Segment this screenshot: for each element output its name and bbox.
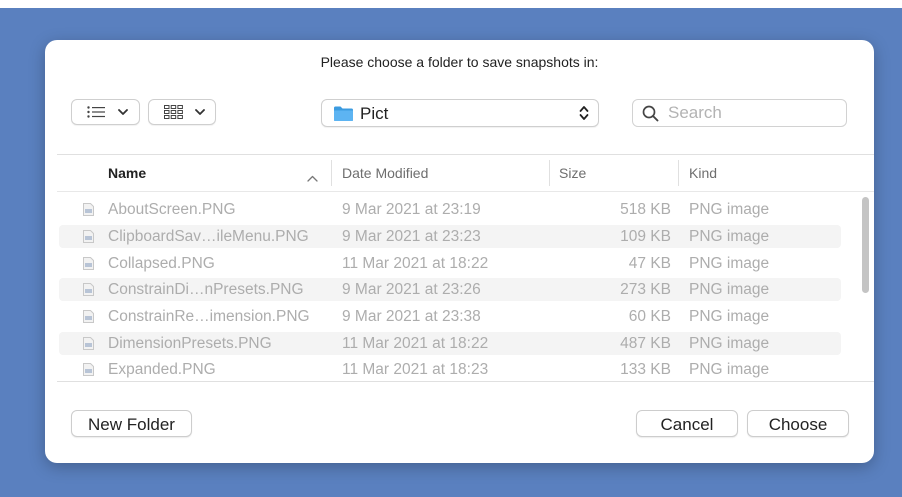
file-name: ConstrainDi…nPresets.PNG [108, 281, 304, 298]
file-size: 518 KB [620, 201, 671, 218]
file-size: 487 KB [620, 335, 671, 352]
file-date-modified: 11 Mar 2021 at 18:23 [342, 361, 489, 378]
file-row[interactable]: AboutScreen.PNG 9 Mar 2021 at 23:19 518 … [59, 198, 841, 221]
new-folder-button[interactable]: New Folder [71, 410, 192, 437]
scrollbar-thumb[interactable] [862, 197, 869, 293]
file-date-modified: 9 Mar 2021 at 23:23 [342, 228, 481, 245]
file-size: 47 KB [628, 255, 671, 272]
file-browser: Name Date Modified Size Kind AboutScreen… [57, 154, 874, 382]
desktop-top-strip [0, 0, 902, 8]
file-kind: PNG image [689, 335, 770, 352]
file-size: 133 KB [620, 361, 671, 378]
png-file-icon [83, 203, 94, 221]
file-row[interactable]: Expanded.PNG 11 Mar 2021 at 18:23 133 KB… [59, 358, 841, 381]
chevron-down-icon [195, 108, 205, 116]
search-icon [642, 105, 659, 127]
file-kind: PNG image [689, 228, 770, 245]
file-name: Expanded.PNG [108, 361, 216, 378]
folder-location-popup[interactable]: Pict [321, 99, 599, 127]
png-file-icon [83, 363, 94, 381]
sort-ascending-chevron-icon [307, 169, 318, 187]
column-divider [678, 160, 679, 186]
file-list: AboutScreen.PNG 9 Mar 2021 at 23:19 518 … [57, 192, 874, 381]
grid-view-icon [161, 105, 185, 119]
file-kind: PNG image [689, 255, 770, 272]
choose-button[interactable]: Choose [747, 410, 849, 437]
png-file-icon [83, 283, 94, 301]
file-name: Collapsed.PNG [108, 255, 215, 272]
file-date-modified: 9 Mar 2021 at 23:38 [342, 308, 481, 325]
column-header-date-modified[interactable]: Date Modified [342, 165, 428, 181]
file-kind: PNG image [689, 201, 770, 218]
grid-view-button[interactable] [148, 99, 216, 125]
folder-name: Pict [360, 104, 389, 123]
png-file-icon [83, 257, 94, 275]
file-name: AboutScreen.PNG [108, 201, 236, 218]
file-date-modified: 9 Mar 2021 at 23:19 [342, 201, 481, 218]
cancel-button[interactable]: Cancel [636, 410, 738, 437]
search-field[interactable] [632, 99, 847, 127]
file-row[interactable]: ClipboardSav…ileMenu.PNG 9 Mar 2021 at 2… [59, 225, 841, 248]
dialog-prompt: Please choose a folder to save snapshots… [320, 54, 599, 70]
file-row[interactable]: Collapsed.PNG 11 Mar 2021 at 18:22 47 KB… [59, 252, 841, 275]
file-size: 60 KB [628, 308, 671, 325]
column-header-row: Name Date Modified Size Kind [57, 155, 874, 192]
file-row[interactable]: ConstrainRe…imension.PNG 9 Mar 2021 at 2… [59, 305, 841, 328]
file-name: ConstrainRe…imension.PNG [108, 308, 310, 325]
file-date-modified: 9 Mar 2021 at 23:26 [342, 281, 481, 298]
file-kind: PNG image [689, 281, 770, 298]
search-input[interactable] [668, 103, 838, 123]
file-row[interactable]: ConstrainDi…nPresets.PNG 9 Mar 2021 at 2… [59, 278, 841, 301]
png-file-icon [83, 310, 94, 328]
file-date-modified: 11 Mar 2021 at 18:22 [342, 335, 489, 352]
list-view-button[interactable] [71, 99, 140, 125]
column-divider [331, 160, 332, 186]
folder-icon [333, 105, 354, 127]
png-file-icon [83, 337, 94, 355]
column-header-kind[interactable]: Kind [689, 165, 717, 181]
file-name: ClipboardSav…ileMenu.PNG [108, 228, 309, 245]
file-kind: PNG image [689, 361, 770, 378]
file-row[interactable]: DimensionPresets.PNG 11 Mar 2021 at 18:2… [59, 332, 841, 355]
png-file-icon [83, 230, 94, 248]
list-view-icon [84, 106, 108, 118]
file-size: 273 KB [620, 281, 671, 298]
vertical-scrollbar[interactable] [860, 197, 870, 297]
column-divider [549, 160, 550, 186]
file-kind: PNG image [689, 308, 770, 325]
up-down-chevron-icon [579, 105, 589, 126]
save-folder-dialog: Please choose a folder to save snapshots… [45, 40, 874, 463]
file-date-modified: 11 Mar 2021 at 18:22 [342, 255, 489, 272]
chevron-down-icon [118, 108, 128, 116]
file-size: 109 KB [620, 228, 671, 245]
file-name: DimensionPresets.PNG [108, 335, 272, 352]
column-header-size[interactable]: Size [559, 165, 586, 181]
column-header-name[interactable]: Name [108, 165, 146, 181]
